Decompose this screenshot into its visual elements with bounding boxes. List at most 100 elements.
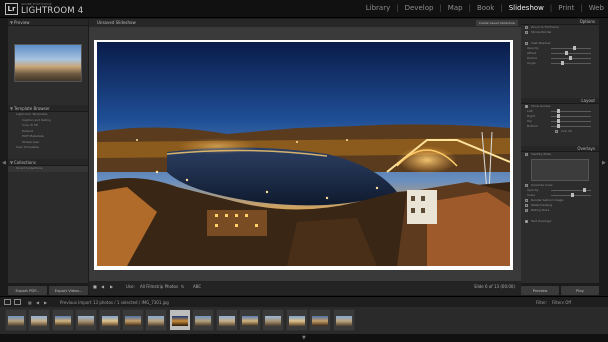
filter-label: Filter: [536,300,548,305]
preview-button[interactable]: Preview [521,286,559,295]
link-all-option[interactable]: Link All [521,129,599,134]
identity-plate-option[interactable]: Identity Plate [521,152,599,157]
stroke-border-option[interactable]: Stroke Border [521,30,599,35]
export-pdf-button[interactable]: Export PDF... [8,286,47,295]
template-folder-user[interactable]: User Templates [8,145,88,151]
filmstrip-thumbnail[interactable] [262,309,285,331]
grid-view-icon[interactable]: ▦ [28,300,32,305]
module-separator: | [549,4,553,12]
rotate-icon[interactable]: ↻ [181,284,184,289]
identity-plate-preview[interactable] [531,159,589,181]
source-label[interactable]: Previous Import [60,300,91,305]
filmstrip-thumbnail[interactable] [122,309,144,331]
filmstrip-thumbnail[interactable] [285,309,308,331]
collapse-arrow-icon[interactable]: ▼ [302,335,306,341]
thumbnail-image [31,316,48,326]
checkbox-icon[interactable] [525,26,528,29]
slider-knob[interactable] [571,193,574,197]
collections-header[interactable]: ▼ Collections [8,159,88,166]
filmstrip-thumbnail[interactable] [75,309,98,331]
slider-knob[interactable] [557,109,560,113]
slide-frame [94,40,513,270]
lightroom-logo: Lr [5,3,18,15]
module-bar: Lr ADOBE PHOTOSHOP LIGHTROOM 4 Library |… [0,0,608,18]
collapse-triangle-icon[interactable]: ▼ [10,159,13,166]
thumbnail-image [171,316,188,326]
filmstrip-thumbnail[interactable] [168,309,191,331]
text-overlays-option[interactable]: Text Overlays [521,219,599,224]
thumbnail-image [101,316,118,326]
module-book[interactable]: Book [477,4,494,12]
filmstrip-thumbnail[interactable] [215,309,238,331]
thumbnail-image [335,316,352,326]
rating-stars-option[interactable]: Rating Stars [521,208,599,213]
collection-item[interactable]: Smart Collections [8,166,88,172]
filmstrip-thumbnail[interactable] [239,309,261,331]
next-slide-icon[interactable]: ▶ [110,284,113,289]
slider-knob[interactable] [557,114,560,118]
slider-knob[interactable] [569,56,572,60]
left-panel-toggle-icon[interactable]: ◀ [2,160,6,166]
back-arrow-icon[interactable]: ◀ [36,300,39,305]
module-library[interactable]: Library [366,4,390,12]
checkbox-icon[interactable] [525,31,528,34]
prev-slide-icon[interactable]: ◀ [101,284,104,289]
right-panel-toggle-icon[interactable]: ▶ [602,160,606,166]
checkbox-icon[interactable] [525,199,528,202]
filter-select[interactable]: Filters Off [552,300,571,305]
filmstrip-thumbnail[interactable] [309,309,332,331]
slider-knob[interactable] [561,61,564,65]
checkbox-icon[interactable] [525,184,528,187]
slider-knob[interactable] [557,124,560,128]
collapse-triangle-icon[interactable]: ▼ [10,105,13,112]
slideshow-header: Unsaved Slideshow Create Saved Slideshow [89,19,521,27]
filmstrip-thumbnail[interactable] [145,309,168,331]
slider-knob[interactable] [557,119,560,123]
checkbox-icon[interactable] [525,204,528,207]
preview-panel-header[interactable]: ▼ Preview [8,19,88,26]
template-preview-image [14,44,82,82]
module-web[interactable]: Web [589,4,604,12]
slide-photo[interactable] [97,42,510,266]
create-saved-slideshow-button[interactable]: Create Saved Slideshow [475,20,518,26]
forward-arrow-icon[interactable]: ▶ [44,300,47,305]
filmstrip-info: 13 photos / 1 selected / IMG_7301.jpg [93,300,169,305]
layout-section: Layout Show Guides Left Right Top Bottom… [521,98,599,134]
add-text-icon[interactable]: ABC [193,284,201,289]
stop-icon[interactable]: ■ [93,284,97,289]
module-develop[interactable]: Develop [405,4,434,12]
checkbox-icon[interactable] [525,209,528,212]
thumbnail-image [78,316,95,326]
thumbnail-image [265,316,282,326]
module-slideshow[interactable]: Slideshow [509,4,544,12]
module-print[interactable]: Print [558,4,574,12]
shadow-angle-slider[interactable]: Angle [521,61,599,66]
export-video-button[interactable]: Export Video... [49,286,88,295]
collapse-triangle-icon[interactable]: ▼ [10,19,13,26]
primary-window-icon[interactable] [4,299,11,305]
filmstrip-toolbar: ▦ ◀ ▶ Previous Import 13 photos / 1 sele… [0,296,608,307]
slider-knob[interactable] [565,51,568,55]
secondary-window-icon[interactable] [14,299,21,305]
module-separator: | [580,4,583,12]
play-button[interactable]: Play [561,286,599,295]
filmstrip-thumbnail[interactable] [332,309,355,331]
template-browser-header[interactable]: ▼ Template Browser [8,105,88,112]
slider-knob[interactable] [573,46,576,50]
filmstrip-thumbnail[interactable] [28,309,51,331]
checkbox-checked-icon[interactable] [525,105,528,108]
filmstrip-thumbnail[interactable] [192,309,215,331]
filmstrip-thumbnail[interactable] [98,309,121,331]
checkbox-icon[interactable] [555,130,558,133]
filmstrip-thumbnail[interactable] [51,309,74,331]
module-picker: Library | Develop | Map | Book | Slidesh… [366,4,604,12]
filmstrip-thumbnail[interactable] [5,309,27,331]
use-source-select[interactable]: All Filmstrip Photos [140,284,178,289]
module-separator: | [468,4,471,12]
checkbox-icon[interactable] [525,153,528,156]
checkbox-icon[interactable] [525,42,528,45]
module-map[interactable]: Map [448,4,463,12]
checkbox-checked-icon[interactable] [525,220,528,223]
export-buttons: Export PDF... Export Video... [8,286,88,295]
slider-knob[interactable] [583,188,586,192]
